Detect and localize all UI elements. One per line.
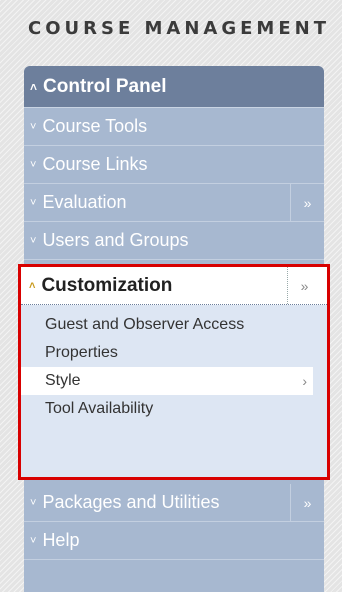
menu-item-label: Course Links [42, 154, 148, 174]
submenu-item-properties[interactable]: Properties [21, 339, 327, 367]
menu-item-course-links[interactable]: ˅ Course Links [24, 146, 324, 184]
menu-item-help[interactable]: ˅ Help [24, 522, 324, 560]
submenu-item-label: Style [45, 372, 81, 389]
customization-section: ˄ Customization » Guest and Observer Acc… [18, 264, 330, 480]
submenu-item-label: Guest and Observer Access [45, 316, 245, 333]
submenu-item-label: Tool Availability [45, 400, 154, 417]
collapse-icon: ˄ [29, 279, 36, 292]
menu-item-label: Help [42, 530, 80, 550]
customization-submenu: Guest and Observer Access Properties Sty… [21, 305, 327, 477]
expand-icon: ˅ [30, 120, 37, 133]
chevron-right-icon: › [302, 373, 307, 389]
menu-item-evaluation[interactable]: ˅ Evaluation » [24, 184, 324, 222]
menu-item-customization[interactable]: ˄ Customization » [21, 267, 327, 305]
submenu-item-style[interactable]: Style › [21, 367, 313, 395]
expand-icon: ˅ [30, 234, 37, 247]
menu-item-label: Evaluation [42, 192, 127, 212]
menu-item-label: Users and Groups [42, 230, 189, 250]
menu-item-course-tools[interactable]: ˅ Course Tools [24, 108, 324, 146]
flyout-chevron-icon[interactable]: » [287, 267, 321, 304]
expand-icon: ˅ [30, 158, 37, 171]
lower-menu: ˅ Packages and Utilities » ˅ Help [24, 484, 324, 560]
course-management-heading: COURSE MANAGEMENT [28, 18, 330, 39]
menu-item-packages-and-utilities[interactable]: ˅ Packages and Utilities » [24, 484, 324, 522]
submenu-item-guest-observer-access[interactable]: Guest and Observer Access [21, 311, 327, 339]
customization-label: Customization [41, 274, 173, 296]
menu-item-label: Course Tools [42, 116, 148, 136]
expand-icon: ˅ [30, 496, 37, 509]
collapse-icon: ˄ [30, 79, 38, 94]
control-panel-title: Control Panel [43, 75, 167, 97]
menu-item-users-and-groups[interactable]: ˅ Users and Groups [24, 222, 324, 260]
submenu-item-label: Properties [45, 344, 118, 361]
flyout-chevron-icon[interactable]: » [290, 184, 324, 221]
flyout-chevron-icon[interactable]: » [290, 484, 324, 521]
submenu-item-tool-availability[interactable]: Tool Availability [21, 395, 327, 423]
expand-icon: ˅ [30, 196, 37, 209]
expand-icon: ˅ [30, 534, 37, 547]
menu-item-label: Packages and Utilities [42, 492, 220, 512]
control-panel-header[interactable]: ˄ Control Panel [24, 66, 324, 108]
